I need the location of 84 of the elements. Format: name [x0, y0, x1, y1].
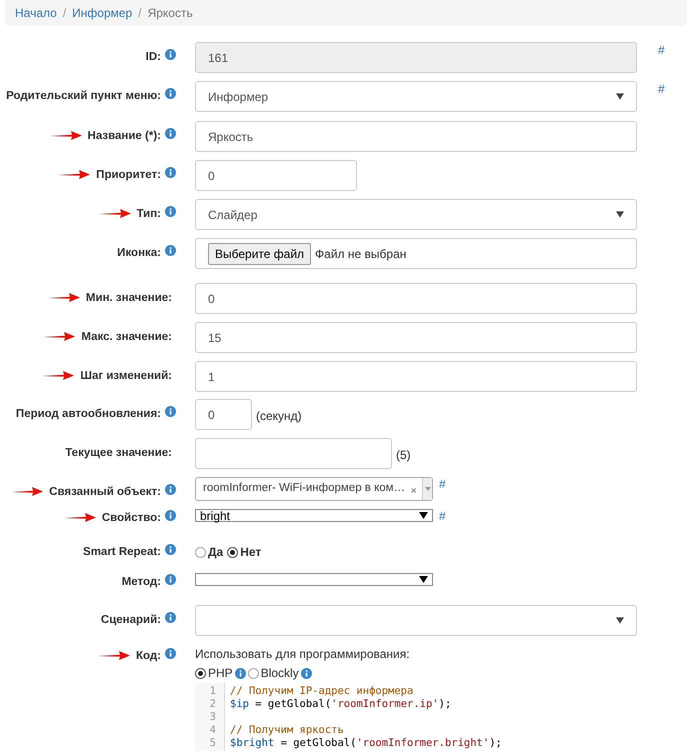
field-label: Свойство: — [102, 511, 161, 526]
line-number: 3 — [210, 711, 216, 724]
choose-file-button[interactable]: Выберите файл — [208, 242, 312, 264]
info-icon[interactable] — [234, 668, 246, 678]
text-field[interactable]: Яркость — [195, 121, 637, 152]
option-label: PHP — [208, 665, 233, 682]
radio-button[interactable] — [195, 546, 206, 558]
info-icon[interactable] — [165, 49, 176, 60]
hash-link[interactable]: # — [439, 507, 446, 525]
info-icon[interactable] — [300, 668, 312, 678]
field-label: Метод: — [122, 575, 161, 590]
info-icon[interactable] — [165, 648, 176, 659]
caption: Использовать для программирования: — [195, 646, 411, 663]
caret-icon — [424, 487, 431, 491]
file-field[interactable]: Выберите файл Файл не выбран — [195, 238, 637, 269]
dropdown[interactable] — [195, 573, 433, 586]
hash-link[interactable]: # — [658, 41, 665, 59]
code-line: // Получим IP-адрес информера — [230, 685, 414, 698]
unit-label: (5) — [396, 447, 411, 464]
field-label: Название (*): — [88, 129, 161, 144]
code-line: $ip = getGlobal('roomInformer.ip'); — [230, 698, 452, 711]
field-label: ID: — [146, 50, 161, 65]
text-field[interactable]: 0 — [195, 283, 637, 314]
radio-button[interactable] — [248, 668, 259, 678]
line-number: 2 — [210, 698, 216, 711]
field-label: Текущее значение: — [65, 446, 172, 461]
breadcrumb-link[interactable]: Информер — [72, 4, 132, 22]
field-label: Родительский пункт меню: — [6, 89, 161, 104]
info-icon[interactable] — [165, 167, 176, 178]
text-field[interactable]: 1 — [195, 361, 637, 392]
info-icon[interactable] — [165, 510, 176, 521]
unit-label: (секунд) — [256, 408, 302, 425]
caret-icon — [616, 617, 624, 624]
text-field[interactable] — [195, 438, 392, 469]
info-icon[interactable] — [165, 88, 176, 99]
text-field[interactable]: 0 — [195, 399, 252, 430]
info-icon[interactable] — [165, 206, 176, 217]
combo-box[interactable]: roomInformer- WiFi-информер в ком… — [195, 477, 433, 501]
code-line: // Получим яркость — [230, 724, 345, 737]
info-icon[interactable] — [165, 406, 176, 417]
field-label: Иконка: — [117, 246, 161, 261]
info-icon[interactable] — [165, 128, 176, 139]
breadcrumb-separator: / — [62, 5, 66, 22]
dropdown[interactable]: Слайдер — [195, 199, 637, 230]
code-editor[interactable]: 1 2 3 4 5 // Получим IP-адрес информера $ip = getGlobal('roomInformer.ip'); // Получим яркость $bright = getGlobal('roomInformer.bright'); — [195, 683, 636, 751]
text-field[interactable]: 0 — [195, 160, 357, 191]
caret-icon — [419, 512, 428, 519]
line-number: 1 — [210, 685, 216, 698]
field-label: Тип: — [136, 207, 161, 222]
option-label: Нет — [240, 544, 262, 561]
hash-link[interactable]: # — [439, 475, 446, 493]
line-number: 4 — [210, 724, 216, 737]
field-label: Сценарий: — [100, 613, 161, 628]
text-field[interactable]: 15 — [195, 322, 637, 353]
dropdown[interactable]: Информер — [195, 81, 637, 112]
info-icon[interactable] — [165, 245, 176, 256]
info-icon[interactable] — [165, 574, 176, 585]
field-label: Smart Repeat: — [83, 545, 161, 560]
info-icon[interactable] — [165, 612, 176, 623]
field-label: Период автообновления: — [16, 407, 161, 422]
file-status: Файл не выбран — [315, 246, 406, 262]
radio-button[interactable] — [227, 546, 238, 558]
field-label: Макс. значение: — [81, 330, 172, 345]
code-line: $bright = getGlobal('roomInformer.bright'); — [230, 737, 502, 750]
caret-icon — [419, 576, 428, 583]
radio-button[interactable] — [195, 668, 206, 678]
caret-icon — [616, 211, 624, 218]
field-label: Связанный объект: — [49, 485, 161, 500]
field-label: Код: — [136, 649, 161, 664]
dropdown[interactable]: bright — [195, 509, 433, 522]
info-icon[interactable] — [165, 484, 176, 495]
field-label: Мин. значение: — [86, 291, 172, 306]
line-number: 5 — [210, 737, 216, 750]
breadcrumb-link[interactable]: Начало — [15, 4, 57, 22]
caret-icon — [616, 93, 624, 100]
option-label: Да — [208, 544, 224, 561]
hash-link[interactable]: # — [658, 80, 665, 98]
breadcrumb-separator: / — [138, 5, 142, 22]
field-label: Шаг изменений: — [80, 369, 172, 384]
option-label: Blockly — [260, 665, 299, 682]
field-label: Приоритет: — [96, 168, 161, 183]
breadcrumb-current: Яркость — [148, 5, 193, 22]
clear-icon[interactable] — [411, 486, 416, 494]
info-icon[interactable] — [165, 544, 176, 555]
